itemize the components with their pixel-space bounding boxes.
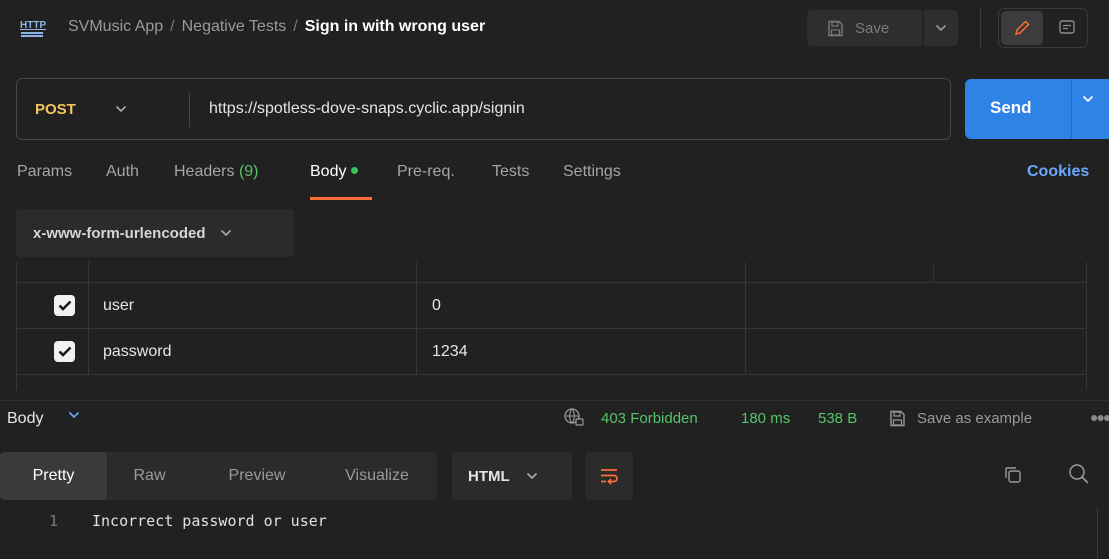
table-row: password 1234 — [17, 329, 1086, 375]
chevron-down-icon — [935, 24, 947, 32]
tab-tests[interactable]: Tests — [492, 163, 529, 203]
value-text: 1234 — [432, 343, 468, 360]
more-options-icon[interactable]: ●●● — [1090, 409, 1109, 425]
pencil-icon — [1014, 20, 1030, 36]
value-cell[interactable]: 1234 — [417, 329, 746, 374]
chevron-down-icon[interactable] — [1082, 95, 1094, 103]
body-active-dot — [351, 167, 359, 174]
send-button-label: Send — [990, 98, 1032, 117]
save-options-button[interactable] — [922, 10, 958, 46]
response-status-code[interactable]: 403 Forbidden — [601, 410, 698, 427]
table-row: user 0 — [17, 283, 1086, 329]
network-globe-icon[interactable] — [563, 407, 585, 427]
tab-raw[interactable]: Raw — [107, 452, 192, 500]
key-text: password — [103, 343, 172, 360]
cookies-link[interactable]: Cookies — [1027, 163, 1089, 181]
send-button[interactable]: Send — [965, 79, 1109, 139]
request-tabs: Params Auth Headers (9) Body Pre-req. Te… — [0, 163, 1109, 203]
send-divider — [1071, 79, 1072, 139]
body-type-select[interactable]: x-www-form-urlencoded — [16, 209, 294, 257]
save-button-label: Save — [855, 19, 890, 37]
response-body-viewer[interactable]: 1 Incorrect password or user — [0, 508, 1109, 559]
side-panel-toggles — [998, 8, 1088, 48]
save-icon — [828, 20, 843, 36]
comment-icon — [1059, 20, 1075, 34]
breadcrumb-folder[interactable]: Negative Tests — [182, 18, 287, 35]
response-view-tabs: Pretty Raw Preview Visualize — [0, 452, 437, 500]
chevron-down-icon — [220, 229, 231, 237]
http-request-icon: HTTP — [19, 18, 47, 40]
chevron-down-icon[interactable] — [68, 411, 80, 419]
copy-icon[interactable] — [1003, 465, 1023, 485]
tab-prereq[interactable]: Pre-req. — [397, 163, 455, 203]
wrap-lines-button[interactable] — [585, 452, 633, 500]
response-format-label: HTML — [468, 467, 510, 485]
tab-body-label: Body — [310, 163, 347, 180]
save-group: Save — [807, 10, 958, 46]
edit-button[interactable] — [1001, 11, 1043, 45]
chevron-down-icon — [526, 472, 537, 480]
save-as-example-button[interactable]: Save as example — [889, 410, 1032, 427]
row-enabled-checkbox[interactable] — [54, 295, 75, 316]
toolbar-divider — [980, 8, 981, 48]
wrap-lines-icon — [601, 469, 618, 485]
tab-pretty[interactable]: Pretty — [0, 452, 107, 500]
breadcrumb-collection[interactable]: SVMusic App — [68, 18, 163, 35]
method-label: POST — [35, 100, 76, 118]
response-status-bar: Body 403 Forbidden 180 ms 538 B Save as … — [0, 400, 1109, 434]
comments-button[interactable] — [1047, 11, 1087, 45]
tab-settings[interactable]: Settings — [563, 163, 621, 203]
save-button[interactable]: Save — [807, 10, 919, 46]
value-text: 0 — [432, 297, 441, 314]
value-cell[interactable]: 0 — [417, 283, 746, 328]
search-icon[interactable] — [1068, 463, 1090, 485]
tab-preview[interactable]: Preview — [202, 452, 312, 500]
response-format-select[interactable]: HTML — [452, 452, 572, 500]
response-body-text[interactable]: Incorrect password or user — [92, 512, 327, 530]
save-icon — [890, 410, 905, 427]
response-body-dropdown[interactable]: Body — [7, 410, 43, 428]
response-size[interactable]: 538 B — [818, 410, 857, 427]
checkmark-icon — [58, 346, 71, 357]
request-name[interactable]: Sign in with wrong user — [305, 18, 485, 35]
line-number: 1 — [49, 512, 59, 530]
tab-auth[interactable]: Auth — [106, 163, 139, 203]
top-bar: HTTP SVMusic App / Negative Tests / Sign in … — [0, 0, 1109, 57]
key-text: user — [103, 297, 135, 314]
tab-body[interactable]: Body — [310, 163, 372, 203]
description-cell[interactable] — [746, 283, 934, 328]
breadcrumb: SVMusic App / Negative Tests / Sign in with … — [68, 18, 485, 36]
scrollbar[interactable] — [1097, 508, 1098, 559]
description-cell[interactable] — [746, 329, 934, 374]
url-divider — [189, 93, 190, 127]
breadcrumb-separator: / — [170, 18, 175, 35]
method-select[interactable]: POST — [17, 79, 189, 139]
form-data-table: user 0 password 1234 — [16, 262, 1087, 390]
request-url-bar: POST https://spotless-dove-snaps.cyclic.… — [16, 78, 951, 140]
key-cell[interactable]: password — [89, 329, 417, 374]
table-header-row — [17, 262, 1086, 283]
row-enabled-checkbox[interactable] — [54, 341, 75, 362]
breadcrumb-separator: / — [293, 18, 298, 35]
tab-headers[interactable]: Headers (9) — [174, 163, 259, 203]
headers-count: (9) — [238, 163, 259, 180]
url-input[interactable]: https://spotless-dove-snaps.cyclic.app/s… — [209, 100, 525, 118]
chevron-down-icon — [115, 105, 127, 113]
checkmark-icon — [58, 300, 71, 311]
tab-visualize[interactable]: Visualize — [322, 452, 432, 500]
key-cell[interactable]: user — [89, 283, 417, 328]
active-tab-indicator — [310, 197, 372, 200]
response-time[interactable]: 180 ms — [741, 410, 790, 427]
save-as-example-label: Save as example — [917, 410, 1033, 427]
tab-params[interactable]: Params — [17, 163, 72, 203]
tab-headers-label: Headers — [174, 163, 235, 180]
body-type-label: x-www-form-urlencoded — [33, 224, 206, 242]
